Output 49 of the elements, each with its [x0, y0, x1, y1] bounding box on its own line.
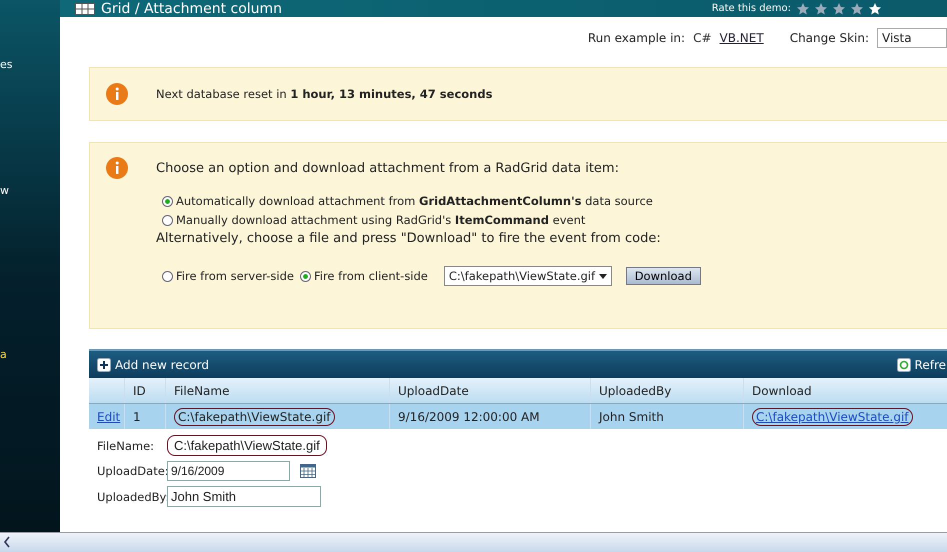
- column-header[interactable]: ID: [125, 378, 166, 403]
- language-link[interactable]: C#: [693, 31, 712, 45]
- refresh-button[interactable]: Refre: [896, 358, 946, 372]
- form-label: FileName:: [97, 438, 156, 452]
- options-heading: Choose an option and download attachment from a RadGrid data item:: [156, 161, 620, 176]
- refresh-icon: [896, 358, 911, 372]
- uploaded-by-cell: John Smith: [599, 410, 664, 424]
- alternative-text: Alternatively, choose a file and press "Download" to fire the event from code:: [156, 231, 662, 246]
- radio-button[interactable]: [162, 270, 173, 282]
- run-example-label: Run example in:: [588, 31, 686, 45]
- column-header[interactable]: FileName: [166, 378, 390, 403]
- radio-button[interactable]: [300, 270, 311, 282]
- calendar-icon[interactable]: [300, 464, 316, 478]
- caret-icon: [598, 274, 607, 280]
- edit-link[interactable]: Edit: [97, 410, 120, 424]
- id-cell: 1: [133, 410, 141, 424]
- reset-notice-text: Next database reset in 1 hour, 13 minutes, 47 seconds: [156, 87, 492, 101]
- sidebar-item[interactable]: es: [0, 58, 60, 72]
- add-new-record-button[interactable]: Add new record: [97, 358, 209, 372]
- change-skin-label: Change Skin:: [790, 31, 869, 45]
- input-field[interactable]: John Smith: [167, 486, 321, 507]
- file-dropdown[interactable]: C:\fakepath\ViewState.gif: [444, 266, 612, 286]
- download-button[interactable]: Download: [626, 267, 701, 285]
- radio-label[interactable]: Manually download attachment using RadGrid's ItemCommand event: [176, 213, 586, 227]
- language-link[interactable]: VB.NET: [720, 31, 764, 45]
- rating-label: Rate this demo:: [712, 3, 791, 14]
- upload-date-cell: 9/16/2009 12:00:00 AM: [398, 410, 540, 424]
- input-field[interactable]: 9/16/2009: [167, 461, 290, 481]
- input-field[interactable]: C:\fakepath\ViewState.gif: [167, 435, 327, 456]
- file-name-cell: C:\fakepath\ViewState.gif: [174, 408, 335, 426]
- radio-label[interactable]: Automatically download attachment from GridAttachmentColumn's data source: [176, 194, 653, 208]
- radio-label[interactable]: Fire from client-side: [314, 269, 428, 283]
- radio-button[interactable]: [162, 214, 173, 226]
- skin-dropdown[interactable]: Vista: [877, 28, 947, 48]
- grid-row[interactable]: Edit 1 C:\fakepath\ViewState.gif 9/16/2009 12:00:00 AM John Smith C:\fakepath\ViewState.gif: [89, 404, 947, 429]
- sidebar-item[interactable]: w: [0, 184, 60, 198]
- info-icon: [106, 157, 128, 179]
- column-header[interactable]: Download: [744, 378, 947, 403]
- info-icon: [106, 83, 128, 105]
- plus-icon: [97, 358, 111, 372]
- scroll-left-icon[interactable]: [2, 535, 12, 549]
- grid-icon: [75, 2, 95, 14]
- column-header[interactable]: UploadDate: [390, 378, 591, 403]
- radio-button[interactable]: [162, 196, 173, 206]
- column-header[interactable]: UploadedBy: [591, 378, 744, 403]
- sidebar-item[interactable]: a: [0, 348, 60, 362]
- page-title: Grid / Attachment column: [101, 0, 282, 16]
- horizontal-scrollbar[interactable]: [0, 532, 947, 552]
- radio-label[interactable]: Fire from server-side: [176, 269, 294, 283]
